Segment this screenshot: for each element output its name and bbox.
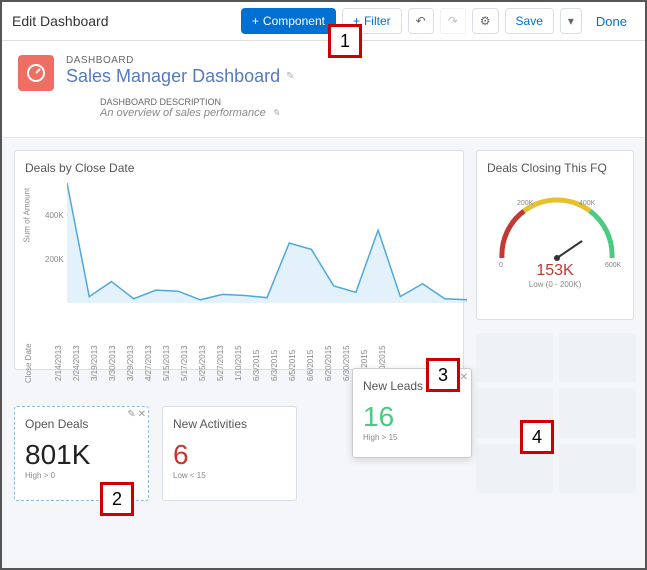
dashboard-desc[interactable]: An overview of sales performance ✎ [100,107,629,119]
close-icon[interactable]: ✕ [460,372,468,383]
deals-closing-fq-card[interactable]: Deals Closing This FQ 0 200K 400K 600K 1… [476,150,634,320]
gauge-sub: Low (0 - 200K) [487,280,623,289]
dashboard-title[interactable]: Sales Manager Dashboard ✎ [66,66,629,87]
callout-3: 3 [426,358,460,392]
empty-slot[interactable] [559,388,636,437]
new-leads-value: 16 [363,401,461,433]
save-menu-button[interactable]: ▾ [560,8,582,34]
page-title: Edit Dashboard [12,13,109,29]
edit-title-icon[interactable]: ✎ [286,71,294,82]
empty-slot[interactable] [476,333,553,382]
top-toolbar: Edit Dashboard + Component + Filter ↶ ↷ … [2,2,645,41]
chevron-down-icon: ▾ [568,14,574,28]
add-component-label: Component [263,14,325,28]
empty-grid-area[interactable] [476,333,636,493]
gauge-title: Deals Closing This FQ [487,161,623,175]
y-tick: 200K [45,255,64,264]
empty-slot[interactable] [559,444,636,493]
svg-text:0: 0 [499,262,503,268]
y-tick: 400K [45,211,64,220]
gear-icon: ⚙ [480,14,491,28]
dashboard-canvas[interactable]: Deals by Close Date Sum of Amount 400K 2… [2,138,645,568]
gauge-chart: 0 200K 400K 600K [487,183,627,268]
open-deals-title: Open Deals [25,417,138,431]
done-button[interactable]: Done [588,9,635,34]
y-axis-label: Sum of Amount [23,188,32,243]
svg-text:200K: 200K [517,200,534,207]
chart-title: Deals by Close Date [25,161,453,175]
gauge-value: 153K [487,262,623,280]
empty-slot[interactable] [559,333,636,382]
add-filter-label: Filter [364,14,391,28]
line-chart: Sum of Amount 400K 200K Close Date 2/14/… [35,183,455,333]
add-component-button[interactable]: + Component [241,8,336,34]
dashboard-header: DASHBOARD Sales Manager Dashboard ✎ DASH… [2,41,645,138]
callout-4: 4 [520,420,554,454]
new-activities-card[interactable]: New Activities 6 Low < 15 [162,406,297,501]
open-deals-value: 801K [25,439,138,471]
new-activities-value: 6 [173,439,286,471]
redo-icon: ↷ [448,14,458,28]
dashboard-icon [18,55,54,91]
close-icon[interactable]: ✕ [138,409,146,420]
open-deals-sub: High > 0 [25,471,138,480]
save-button[interactable]: Save [505,8,554,34]
svg-text:600K: 600K [605,262,622,268]
new-activities-sub: Low < 15 [173,471,286,480]
callout-1: 1 [328,24,362,58]
undo-button[interactable]: ↶ [408,8,434,34]
x-axis-label: Close Date [24,343,33,383]
undo-icon: ↶ [416,14,426,28]
svg-text:400K: 400K [579,200,596,207]
deals-by-close-date-card[interactable]: Deals by Close Date Sum of Amount 400K 2… [14,150,464,370]
new-leads-sub: High > 15 [363,433,461,442]
new-activities-title: New Activities [173,417,286,431]
redo-button[interactable]: ↷ [440,8,466,34]
dashboard-desc-label: DASHBOARD DESCRIPTION [100,97,629,107]
plus-icon: + [252,14,259,28]
settings-button[interactable]: ⚙ [472,8,499,34]
edit-desc-icon[interactable]: ✎ [272,108,280,119]
callout-2: 2 [100,482,134,516]
edit-icon[interactable]: ✎ [127,409,135,420]
